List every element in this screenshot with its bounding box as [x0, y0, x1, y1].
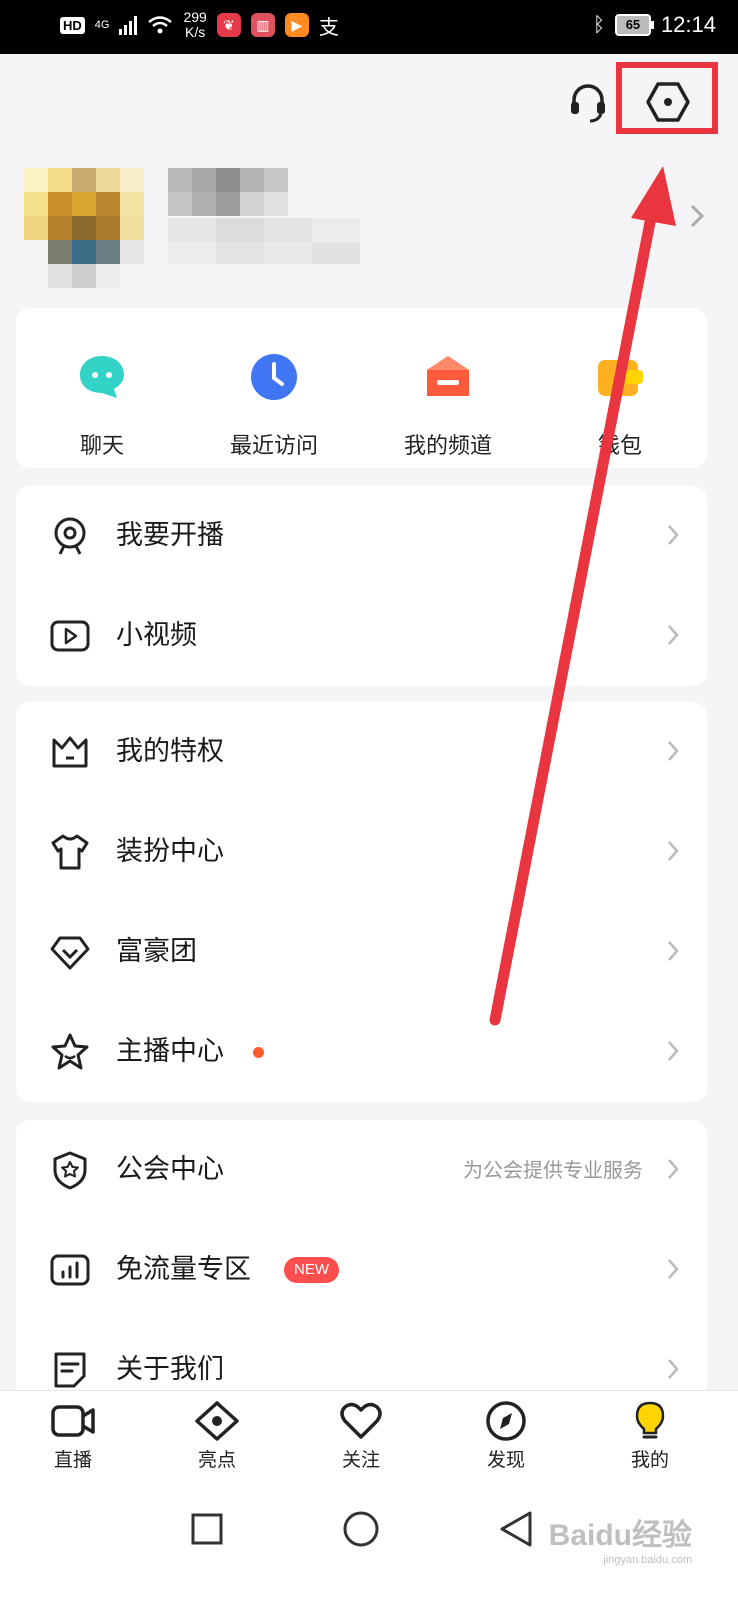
menu-row-rich-club[interactable]: 富豪团	[16, 902, 707, 1002]
clock-icon	[251, 354, 297, 400]
menu-row-anchor-center[interactable]: 主播中心	[16, 1002, 707, 1102]
bluetooth-icon: ᛒ	[592, 13, 605, 36]
chevron-right-icon	[668, 525, 679, 545]
video-camera-icon	[51, 1405, 95, 1437]
menu-row-start-live[interactable]: 我要开播	[16, 486, 707, 586]
chevron-right-icon	[668, 741, 679, 761]
menu-row-privileges[interactable]: 我的特权	[16, 702, 707, 802]
tab-discover[interactable]: 发现	[456, 1401, 556, 1472]
chevron-right-icon	[668, 1259, 679, 1279]
net-speed: 299 K/s	[183, 10, 206, 40]
menu-label: 富豪团	[116, 936, 197, 967]
watermark-url: jingyan.baidu.com	[603, 1554, 692, 1566]
chat-bubble-icon	[80, 356, 124, 398]
menu-row-short-video[interactable]: 小视频	[16, 586, 707, 686]
shield-star-icon	[53, 1151, 87, 1190]
avatar[interactable]	[24, 168, 144, 288]
home-icon[interactable]	[342, 1510, 380, 1548]
annotation-highlight-box	[616, 62, 718, 134]
recent-apps-icon[interactable]	[190, 1512, 224, 1546]
quick-recent-label: 最近访问	[229, 434, 318, 459]
chevron-right-icon	[668, 941, 679, 961]
lightbulb-icon	[635, 1401, 665, 1439]
quick-channel-label: 我的频道	[403, 434, 492, 459]
alipay-notification-icon: 支	[318, 16, 339, 39]
menu-label: 小视频	[116, 620, 197, 651]
menu-group-privileges: 我的特权 装扮中心 富豪团 主播中心	[16, 702, 707, 1102]
quick-recent[interactable]: 最近访问	[204, 352, 344, 460]
play-notification-icon: ▶	[284, 13, 309, 37]
heart-icon	[340, 1402, 382, 1439]
chevron-right-icon	[668, 841, 679, 861]
menu-label: 主播中心	[116, 1036, 224, 1067]
book-notification-icon: ▥	[250, 13, 275, 37]
menu-label: 我要开播	[116, 520, 224, 551]
watermark-logo: Baidu经验 jingyan.baidu.com	[549, 1510, 692, 1566]
chevron-right-icon	[668, 1359, 679, 1379]
star-icon	[51, 1033, 89, 1070]
note-icon	[54, 1352, 86, 1388]
menu-label: 装扮中心	[116, 836, 224, 867]
menu-row-free-data[interactable]: 免流量专区 NEW	[16, 1220, 707, 1320]
new-badge: NEW	[284, 1257, 339, 1283]
chevron-right-icon[interactable]	[690, 204, 704, 228]
tab-live-label: 直播	[53, 1449, 92, 1471]
eye-diamond-icon	[195, 1401, 239, 1441]
notification-dot	[253, 1047, 264, 1058]
wifi-icon	[148, 16, 173, 34]
tab-highlights[interactable]: 亮点	[167, 1401, 267, 1472]
net-speed-value: 299	[183, 9, 207, 25]
battery-indicator: 65	[614, 14, 654, 36]
diamond-icon	[50, 936, 90, 970]
tab-highlights-label: 亮点	[197, 1449, 236, 1471]
menu-group-misc: 公会中心 为公会提供专业服务 免流量专区 NEW 关于我们	[16, 1120, 707, 1420]
chevron-right-icon	[668, 625, 679, 645]
tab-follow[interactable]: 关注	[311, 1401, 411, 1472]
tab-live[interactable]: 直播	[23, 1401, 123, 1472]
tab-me-label: 我的	[630, 1449, 669, 1471]
channel-house-icon	[427, 356, 469, 396]
hd-indicator: HD	[60, 16, 85, 34]
tshirt-icon	[51, 834, 89, 870]
quick-chat[interactable]: 聊天	[32, 352, 172, 460]
tab-discover-label: 发现	[486, 1449, 525, 1471]
wallet-icon	[598, 360, 643, 396]
username-blurred	[168, 168, 288, 216]
net-speed-unit: K/s	[185, 24, 206, 40]
network-type: 4G	[94, 18, 110, 31]
quick-channel[interactable]: 我的频道	[378, 352, 518, 460]
quick-actions-card: 聊天 最近访问 我的频道 钱包	[16, 308, 707, 468]
menu-label: 我的特权	[116, 736, 224, 767]
menu-label: 免流量专区	[116, 1254, 251, 1285]
quick-wallet[interactable]: 钱包	[550, 352, 690, 460]
crown-icon	[52, 736, 88, 768]
bottom-tab-bar: 直播 亮点 关注 发现 我的	[0, 1390, 738, 1489]
tab-me[interactable]: 我的	[600, 1401, 700, 1472]
compass-icon	[486, 1401, 526, 1441]
video-play-icon	[50, 620, 90, 652]
tab-follow-label: 关注	[341, 1449, 380, 1471]
guild-hint: 为公会提供专业服务	[463, 1158, 643, 1182]
bar-chart-icon	[50, 1254, 90, 1286]
clock-time: 12:14	[660, 12, 716, 37]
webcam-icon	[54, 517, 86, 555]
watermark-brand: Baidu经验	[548, 1519, 692, 1552]
back-icon[interactable]	[498, 1510, 534, 1548]
signal-icon	[119, 15, 138, 35]
headset-icon[interactable]	[568, 82, 608, 124]
menu-label: 公会中心	[116, 1154, 224, 1185]
quick-chat-label: 聊天	[79, 434, 124, 459]
status-bar: HD 4G 299 K/s ❦ ▥ ▶ 支 ᛒ 65 12:14	[0, 0, 738, 54]
user-id-blurred	[168, 218, 360, 264]
quick-wallet-label: 钱包	[597, 434, 642, 459]
menu-label: 关于我们	[116, 1354, 224, 1385]
chevron-right-icon	[668, 1159, 679, 1179]
menu-row-guild[interactable]: 公会中心 为公会提供专业服务	[16, 1120, 707, 1220]
menu-group-live: 我要开播 小视频	[16, 486, 707, 686]
app-notification-icon: ❦	[216, 13, 241, 37]
menu-row-dressup[interactable]: 装扮中心	[16, 802, 707, 902]
chevron-right-icon	[668, 1041, 679, 1061]
